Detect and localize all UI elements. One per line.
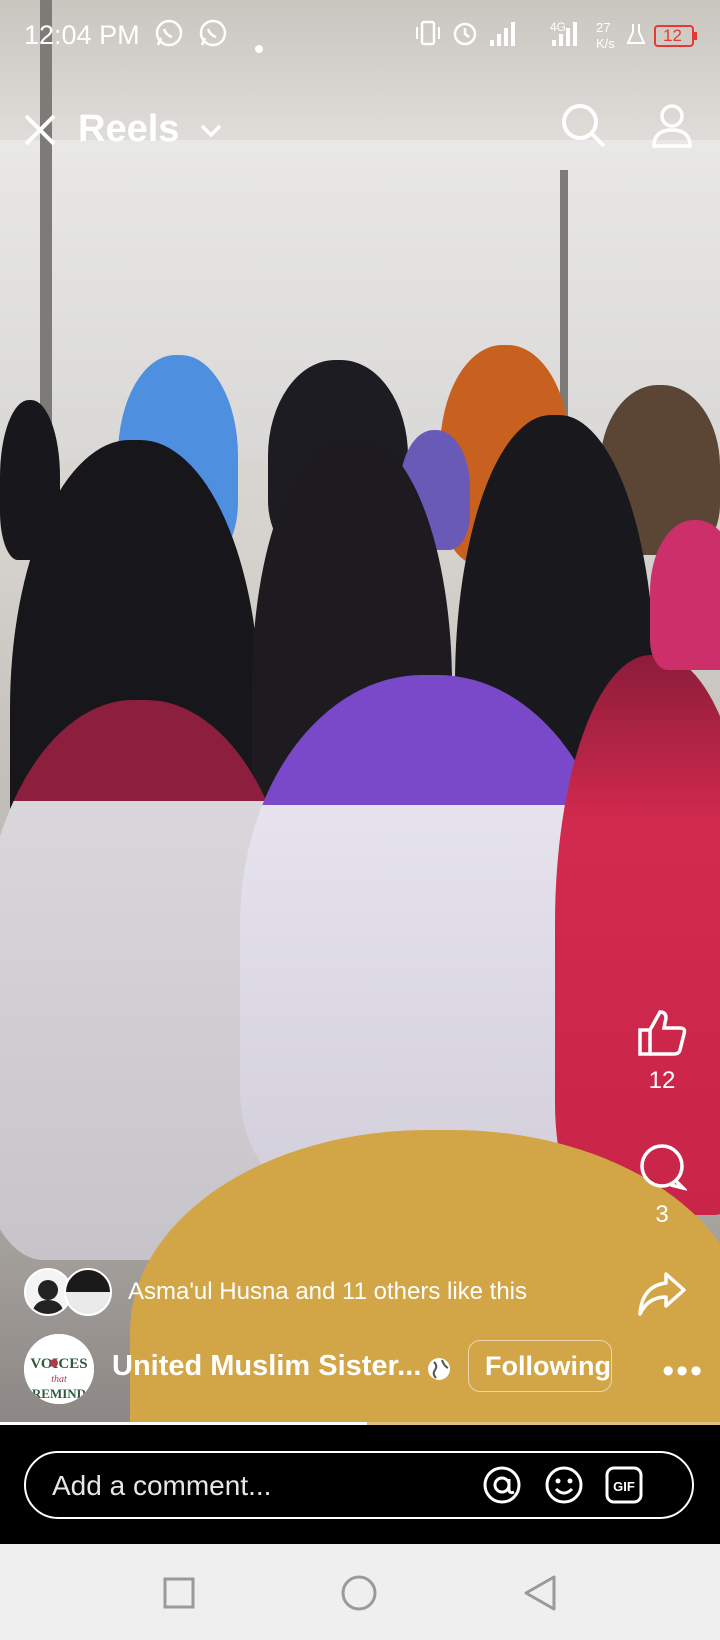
globe-icon xyxy=(426,1356,452,1387)
like-count: 12 xyxy=(648,1067,676,1094)
lab-icon xyxy=(626,18,646,55)
chevron-down-icon[interactable] xyxy=(198,120,224,145)
signal-icon xyxy=(550,18,580,55)
whatsapp-icon xyxy=(198,18,228,55)
mention-icon[interactable] xyxy=(482,1465,522,1510)
svg-text:that: that xyxy=(51,1374,67,1385)
page-info: VOICES that REMIND United Muslim Sister.… xyxy=(24,1334,704,1404)
network-speed-unit: K/s xyxy=(596,36,615,51)
reaction-summary[interactable]: Asma'ul Husna and 11 others like this xyxy=(24,1268,527,1316)
more-options-icon[interactable]: ••• xyxy=(662,1352,704,1391)
comment-bar: GIF xyxy=(0,1425,720,1544)
profile-icon[interactable] xyxy=(650,102,694,155)
emoji-icon[interactable] xyxy=(544,1465,584,1510)
likes-text: Asma'ul Husna and 11 others like this xyxy=(128,1278,528,1305)
comment-action[interactable]: 3 xyxy=(632,1142,692,1229)
comment-count: 3 xyxy=(655,1201,669,1228)
search-icon[interactable] xyxy=(560,102,608,155)
alarm-icon xyxy=(450,18,480,55)
comment-icon[interactable] xyxy=(637,1144,689,1196)
svg-text:REMIND: REMIND xyxy=(32,1386,86,1401)
share-action[interactable] xyxy=(632,1270,692,1323)
like-action[interactable]: 12 xyxy=(632,1008,692,1095)
status-bar: 12:04 PM 4G 27 K/s 12 xyxy=(0,0,720,72)
system-nav-bar xyxy=(0,1544,720,1640)
following-button[interactable]: Following xyxy=(468,1340,612,1392)
network-speed-value: 27 xyxy=(596,20,611,35)
video-chair xyxy=(650,520,720,670)
signal-icon xyxy=(488,18,516,55)
back-icon[interactable] xyxy=(522,1574,558,1617)
home-icon[interactable] xyxy=(340,1574,378,1617)
avatar xyxy=(64,1268,112,1316)
page-avatar[interactable]: VOICES that REMIND xyxy=(24,1334,94,1404)
vibrate-icon xyxy=(414,18,442,55)
battery-level: 12 xyxy=(663,26,682,45)
recent-apps-icon[interactable] xyxy=(162,1576,196,1615)
svg-text:VOICES: VOICES xyxy=(30,1356,87,1372)
reels-header: Reels xyxy=(0,96,720,166)
page-name[interactable]: United Muslim Sister... xyxy=(112,1350,421,1383)
reel-video[interactable] xyxy=(0,0,720,1425)
gif-icon[interactable]: GIF xyxy=(604,1465,644,1510)
page-logo: VOICES that REMIND xyxy=(24,1334,94,1404)
page-title[interactable]: Reels xyxy=(78,108,179,151)
close-icon[interactable] xyxy=(20,110,60,155)
whatsapp-icon xyxy=(154,18,184,55)
comment-box[interactable]: GIF xyxy=(24,1451,694,1519)
dot-icon xyxy=(254,30,264,61)
share-icon[interactable] xyxy=(636,1272,688,1322)
status-time: 12:04 PM xyxy=(24,20,140,50)
thumbs-up-icon[interactable] xyxy=(636,1010,688,1062)
svg-text:GIF: GIF xyxy=(613,1479,635,1494)
comment-input[interactable] xyxy=(50,1463,454,1509)
